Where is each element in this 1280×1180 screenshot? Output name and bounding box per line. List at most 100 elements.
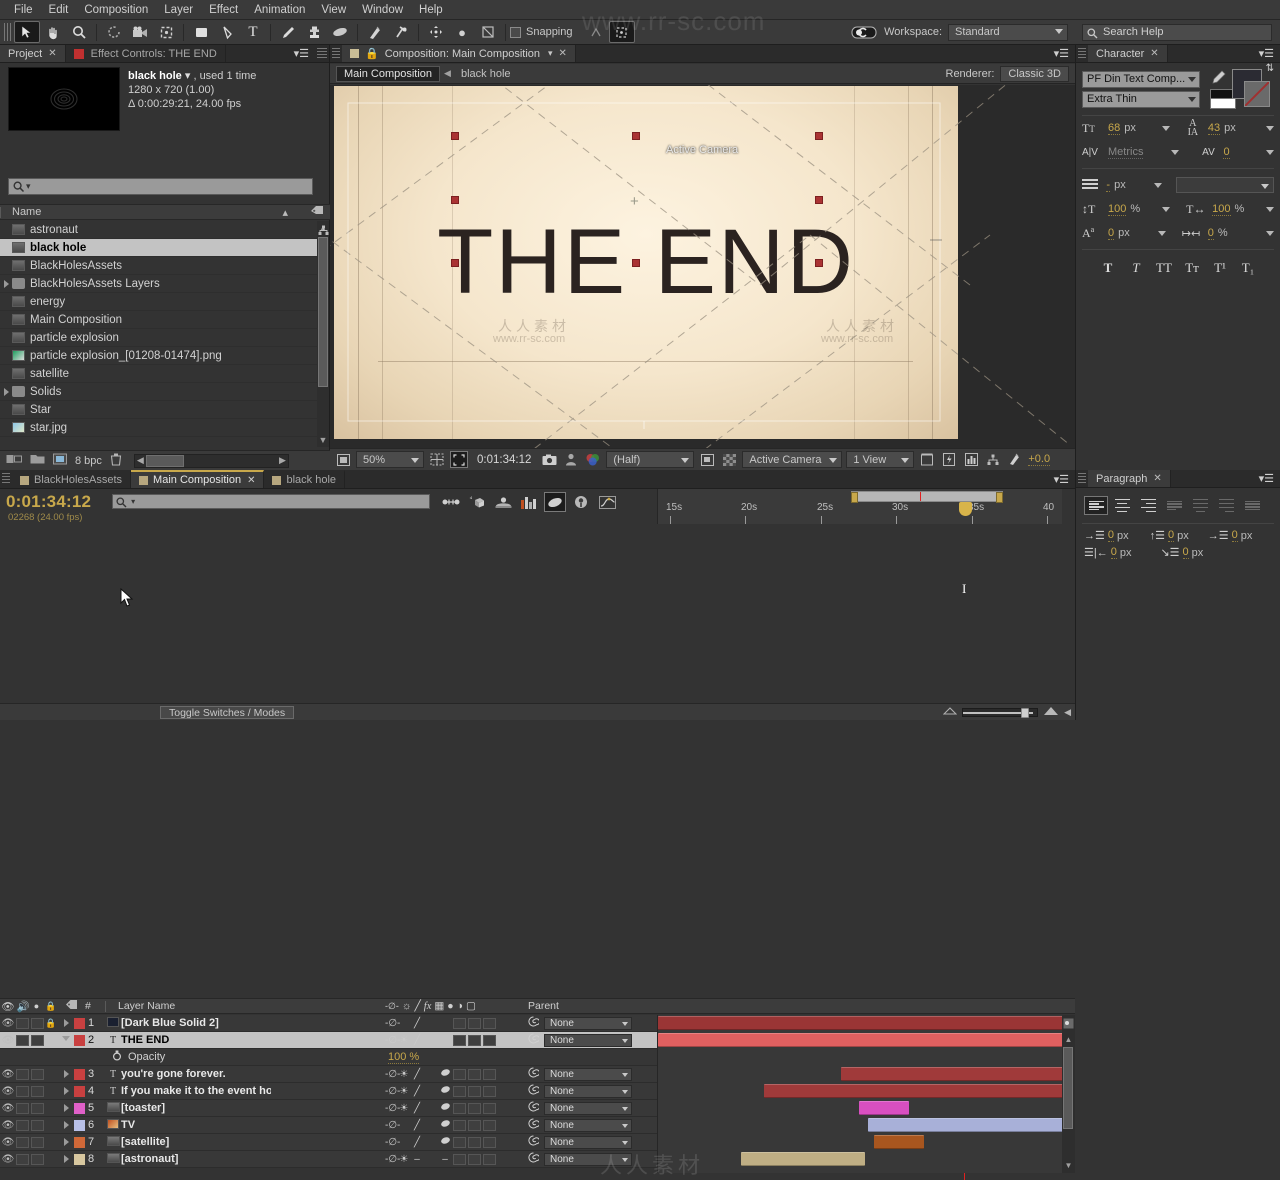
expand-cell[interactable] <box>58 1155 74 1163</box>
show-snapshot-icon[interactable] <box>562 451 580 468</box>
layer-label-color[interactable] <box>74 1153 85 1165</box>
expand-cell[interactable] <box>58 1121 74 1129</box>
project-search-input[interactable]: ▾ <box>8 178 313 195</box>
scrollbar-thumb[interactable] <box>318 237 328 387</box>
fast-preview-icon[interactable] <box>940 451 958 468</box>
menu-item-file[interactable]: File <box>6 0 41 20</box>
pixel-aspect-icon[interactable] <box>918 451 936 468</box>
selection-handle[interactable] <box>632 132 640 140</box>
live-update-icon[interactable] <box>440 492 462 512</box>
timeline-playhead[interactable] <box>959 502 978 516</box>
rotation-tool[interactable] <box>101 21 127 43</box>
work-area-start-handle[interactable] <box>851 492 858 503</box>
menu-item-view[interactable]: View <box>313 0 354 20</box>
solo-toggle-icon[interactable] <box>31 1153 44 1165</box>
menu-item-edit[interactable]: Edit <box>41 0 77 20</box>
expand-cell[interactable] <box>58 1138 74 1146</box>
layer-duration-bar[interactable] <box>841 1067 1062 1081</box>
enable-motion-blur-icon[interactable] <box>544 492 566 512</box>
shy-switch[interactable]: -∅- <box>385 1035 400 1046</box>
delete-icon[interactable] <box>110 453 122 469</box>
project-list-item[interactable]: Solids <box>0 383 318 401</box>
enable-frame-blending-icon[interactable] <box>518 492 540 512</box>
panel-grip[interactable] <box>1078 48 1086 59</box>
project-list-item[interactable]: energy <box>0 293 318 311</box>
region-icon[interactable] <box>698 451 716 468</box>
layer-name[interactable]: you're gone forever. <box>121 1068 226 1080</box>
timeline-layer-row[interactable]: 👁 5 [toaster] -∅- ☀ ╱ None <box>0 1100 657 1117</box>
label-tag-icon[interactable] <box>310 205 324 220</box>
expand-layer-triangle-icon[interactable] <box>63 1104 69 1112</box>
tracking-value[interactable]: 0 <box>1223 146 1230 159</box>
parent-pickwhip-icon[interactable] <box>528 1067 541 1081</box>
parent-dropdown[interactable]: None <box>544 1135 632 1149</box>
layer-duration-bar[interactable] <box>874 1135 924 1149</box>
expand-cell[interactable] <box>58 1035 74 1045</box>
space-after-left-value[interactable]: 0 <box>1110 546 1117 559</box>
dot-icon[interactable]: ● <box>449 21 475 43</box>
zoom-out-timeline-icon[interactable] <box>942 706 958 718</box>
resolution-dropdown[interactable]: (Half) <box>606 451 695 468</box>
layer-label-color[interactable] <box>74 1068 85 1080</box>
quality-switch[interactable]: – <box>411 1154 423 1165</box>
justify-last-left-button[interactable] <box>1162 496 1186 515</box>
roto-brush-tool[interactable] <box>362 21 388 43</box>
selection-handle[interactable] <box>451 196 459 204</box>
shy-switch[interactable]: -∅- <box>385 1120 400 1131</box>
composition-panel-menu[interactable]: ▾☰ <box>1048 45 1075 62</box>
selection-handle[interactable] <box>815 196 823 204</box>
parent-dropdown[interactable]: None <box>544 1152 632 1166</box>
justify-last-right-button[interactable] <box>1214 496 1238 515</box>
quality-switch[interactable]: ╱ <box>411 1069 423 1080</box>
views-dropdown[interactable]: 1 View <box>846 451 915 468</box>
font-family-dropdown[interactable]: PF Din Text Comp... <box>1082 70 1200 88</box>
parent-dropdown[interactable]: None <box>544 1033 632 1047</box>
layer-switch-box[interactable] <box>468 1085 481 1097</box>
parent-pickwhip-icon[interactable] <box>528 1152 541 1166</box>
layer-duration-bar[interactable] <box>658 1016 1062 1030</box>
vertical-scale-value[interactable]: 100 <box>1108 203 1127 216</box>
eyedropper-icon[interactable] <box>1210 69 1227 89</box>
pen-tool[interactable] <box>214 21 240 43</box>
parent-dropdown[interactable]: None <box>544 1118 632 1132</box>
timeline-search-input[interactable]: ▾ <box>112 494 430 509</box>
hand-tool[interactable] <box>40 21 66 43</box>
close-icon[interactable]: ✕ <box>559 48 567 59</box>
shape-tool[interactable] <box>188 21 214 43</box>
collapse-panel-icon[interactable]: ◀ <box>1064 707 1071 718</box>
layer-switch-box[interactable] <box>468 1136 481 1148</box>
parent-dropdown[interactable]: None <box>544 1016 632 1030</box>
project-hscrollbar[interactable]: ◀ ▶ <box>133 453 289 468</box>
layer-switch-box[interactable] <box>483 1085 496 1097</box>
tab-black-hole[interactable]: black hole <box>264 470 346 488</box>
project-list-item[interactable]: black hole <box>0 239 318 257</box>
bit-depth-label[interactable]: 8 bpc <box>75 455 102 467</box>
property-name[interactable]: Opacity <box>128 1051 165 1063</box>
work-area-end-handle[interactable] <box>996 492 1003 503</box>
effects-switch[interactable] <box>439 1136 451 1148</box>
timeline-bars-area[interactable] <box>657 1015 1062 1173</box>
layer-duration-bar[interactable] <box>859 1101 909 1115</box>
graph-editor-toggle-icon[interactable] <box>570 492 592 512</box>
menu-item-effect[interactable]: Effect <box>201 0 246 20</box>
text-color-swatches[interactable]: ⇅ <box>1232 63 1274 109</box>
layer-switch-box[interactable] <box>483 1068 496 1080</box>
video-toggle-icon[interactable]: 👁 <box>0 1086 16 1097</box>
layer-switch-box[interactable] <box>468 1102 481 1114</box>
comp-timecode[interactable]: 0:01:34:12 <box>472 451 536 468</box>
layer-label-color[interactable] <box>74 1085 85 1097</box>
type-tool[interactable]: T <box>240 21 266 43</box>
effects-switch[interactable]: – <box>439 1154 451 1165</box>
layer-duration-bar[interactable] <box>764 1084 1062 1098</box>
layer-duration-bar[interactable] <box>868 1118 1062 1132</box>
exposure-reset-icon[interactable] <box>1006 451 1024 468</box>
indent-left-value[interactable]: 0 <box>1107 529 1114 542</box>
parent-pickwhip-icon[interactable] <box>528 1118 541 1132</box>
layer-name[interactable]: If you make it to the event horizon, <box>121 1085 271 1097</box>
parent-pickwhip-icon[interactable] <box>528 1084 541 1098</box>
audio-toggle-icon[interactable] <box>16 1153 29 1165</box>
tab-effect-controls[interactable]: Effect Controls: THE END <box>65 45 226 62</box>
expand-layer-triangle-icon[interactable] <box>63 1121 69 1129</box>
quality-switch[interactable]: ╱ <box>411 1035 423 1046</box>
timeline-ruler[interactable]: 15s 20s 25s 30s 35s 40 <box>657 489 1062 524</box>
